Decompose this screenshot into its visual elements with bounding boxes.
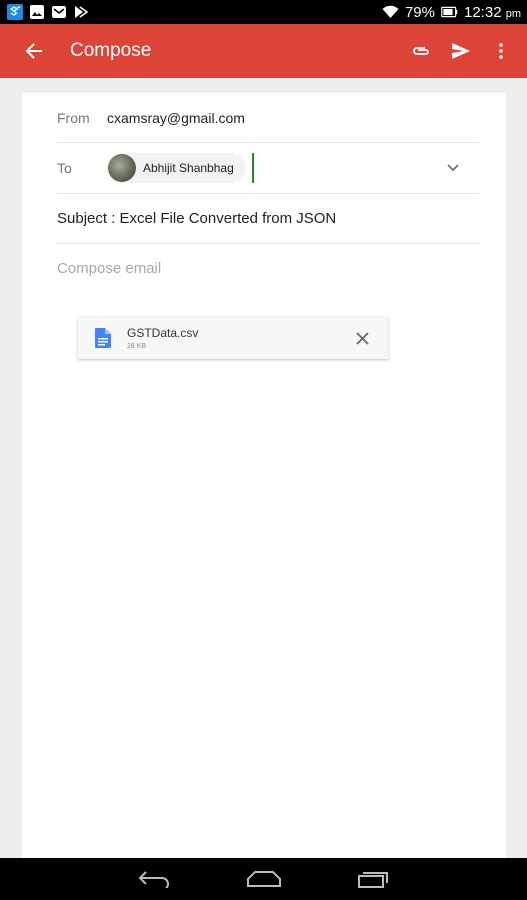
notification-icons <box>6 4 89 21</box>
expand-recipients-button[interactable] <box>441 156 465 180</box>
clock: 12:32 pm <box>464 3 521 21</box>
send-icon <box>452 43 470 59</box>
attachment-name: GSTData.csv <box>127 326 199 340</box>
close-icon <box>355 331 369 345</box>
back-arrow-icon <box>25 43 42 59</box>
nav-back-button[interactable] <box>129 858 179 900</box>
attachment-size: 28 KB <box>127 343 147 350</box>
gmail-icon <box>50 4 67 21</box>
recents-nav-icon <box>357 872 388 888</box>
gallery-icon <box>28 4 45 21</box>
text-cursor <box>251 153 254 183</box>
remove-attachment-button[interactable] <box>352 328 372 348</box>
chevron-down-icon <box>447 164 459 172</box>
nav-recents-button[interactable] <box>349 858 399 900</box>
from-label: From <box>57 109 90 126</box>
to-label: To <box>57 160 72 176</box>
document-file-icon <box>95 328 111 348</box>
recipient-name: Abhijit Shanbhag <box>143 161 234 175</box>
system-nav-bar <box>0 858 527 900</box>
to-row[interactable]: To Abhijit Shanbhag <box>57 143 479 194</box>
wifi-icon <box>382 4 399 21</box>
more-vert-icon <box>499 43 503 59</box>
back-button[interactable] <box>10 24 58 78</box>
subject-field[interactable]: Subject : Excel File Converted from JSON <box>57 210 336 227</box>
compose-body-input[interactable]: Compose email <box>57 260 161 277</box>
battery-percent: 79% <box>404 3 435 21</box>
play-store-icon <box>72 4 89 21</box>
recipient-chip[interactable]: Abhijit Shanbhag <box>107 153 246 183</box>
attachment-card[interactable]: GSTData.csv 28 KB <box>78 317 388 359</box>
avatar <box>108 154 136 182</box>
nav-home-button[interactable] <box>239 858 289 900</box>
status-bar: 79% 12:32 pm <box>0 0 527 24</box>
home-nav-icon <box>246 871 281 887</box>
app-bar: Compose <box>0 24 527 78</box>
subject-row[interactable]: Subject : Excel File Converted from JSON <box>57 194 479 244</box>
dropbox-icon <box>6 4 23 21</box>
back-nav-icon <box>138 871 169 888</box>
more-options-button[interactable] <box>481 24 521 78</box>
send-button[interactable] <box>441 24 481 78</box>
from-account[interactable]: cxamsray@gmail.com <box>107 110 245 126</box>
compose-card: From cxamsray@gmail.com To Abhijit Shanb… <box>22 93 506 858</box>
attach-button[interactable] <box>401 24 441 78</box>
from-row[interactable]: From cxamsray@gmail.com <box>57 93 479 143</box>
battery-icon <box>441 4 458 21</box>
page-title: Compose <box>70 40 152 61</box>
paperclip-icon <box>413 47 429 55</box>
